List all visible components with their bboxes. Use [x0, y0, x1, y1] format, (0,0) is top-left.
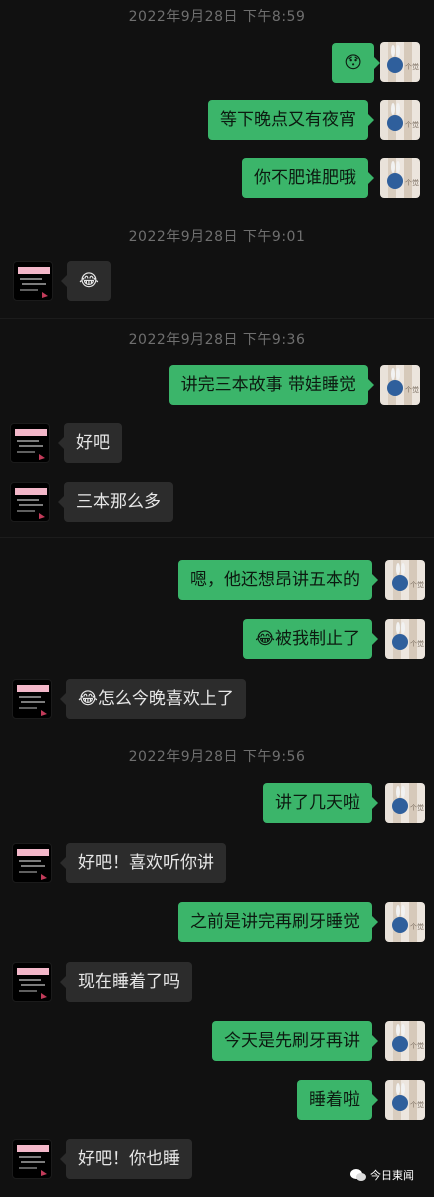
svg-text:个觉: 个觉: [410, 1100, 424, 1109]
avatar-self[interactable]: 个觉: [385, 560, 425, 600]
source-watermark: 今日東闻: [350, 1167, 414, 1183]
bunny-avatar-icon: 个觉: [387, 368, 419, 396]
avatar-self[interactable]: 个觉: [385, 619, 425, 659]
bunny-avatar-icon: 个觉: [387, 45, 419, 73]
avatar-self[interactable]: 个觉: [385, 1021, 425, 1061]
svg-text:个觉: 个觉: [410, 803, 424, 812]
avatar-contact[interactable]: [10, 423, 50, 463]
chat-screen: 2022年9月28日 下午8:59 2022年9月28日 下午9:01 2022…: [0, 0, 434, 1197]
contact-avatar-icon: [17, 968, 49, 999]
svg-text:个觉: 个觉: [410, 580, 424, 589]
contact-avatar-icon: [17, 685, 49, 716]
chat-bubble-sent[interactable]: 你不肥谁肥哦: [242, 158, 374, 198]
chat-bubble-received[interactable]: 好吧！喜欢听你讲: [60, 843, 226, 883]
avatar-contact[interactable]: [12, 962, 52, 1002]
bunny-avatar-icon: 个觉: [392, 1083, 424, 1111]
chat-bubble-sent[interactable]: 睡着啦: [297, 1080, 378, 1120]
svg-text:个觉: 个觉: [405, 62, 419, 71]
bunny-avatar-icon: 个觉: [392, 1024, 424, 1052]
wechat-icon: [350, 1169, 366, 1181]
contact-avatar-icon: [18, 267, 50, 298]
chat-bubble-received[interactable]: 三本那么多: [58, 482, 173, 522]
chat-bubble-sent[interactable]: 今天是先刷牙再讲: [212, 1021, 378, 1061]
chat-bubble-received[interactable]: 现在睡着了吗: [60, 962, 192, 1002]
avatar-contact[interactable]: [12, 679, 52, 719]
svg-text:个觉: 个觉: [410, 639, 424, 648]
bunny-avatar-icon: 个觉: [387, 103, 419, 131]
avatar-self[interactable]: 个觉: [380, 365, 420, 405]
svg-text:个觉: 个觉: [410, 1041, 424, 1050]
chat-bubble-sent[interactable]: 讲了几天啦: [263, 783, 378, 823]
timestamp: 2022年9月28日 下午8:59: [128, 9, 306, 25]
svg-text:个觉: 个觉: [405, 178, 419, 187]
avatar-self[interactable]: 个觉: [380, 158, 420, 198]
contact-avatar-icon: [17, 849, 49, 880]
bunny-avatar-icon: 个觉: [392, 563, 424, 591]
chat-bubble-received[interactable]: 😂: [61, 261, 111, 301]
bunny-avatar-icon: 个觉: [387, 161, 419, 189]
avatar-self[interactable]: 个觉: [385, 783, 425, 823]
avatar-contact[interactable]: [12, 1139, 52, 1179]
avatar-contact[interactable]: [13, 261, 53, 301]
screenshot-seam: [0, 537, 434, 538]
avatar-self[interactable]: 个觉: [380, 100, 420, 140]
chat-bubble-sent[interactable]: 讲完三本故事 带娃睡觉: [168, 365, 375, 405]
chat-bubble-sent[interactable]: 之前是讲完再刷牙睡觉: [178, 902, 378, 942]
bunny-avatar-icon: 个觉: [392, 622, 424, 650]
contact-avatar-icon: [15, 488, 47, 519]
chat-bubble-sent[interactable]: 等下晚点又有夜宵: [208, 100, 374, 140]
contact-avatar-icon: [17, 1145, 49, 1176]
avatar-contact[interactable]: [10, 482, 50, 522]
timestamp: 2022年9月28日 下午9:56: [128, 749, 306, 765]
chat-bubble-received[interactable]: 好吧: [58, 423, 122, 463]
svg-text:个觉: 个觉: [405, 120, 419, 129]
timestamp: 2022年9月28日 下午9:36: [128, 332, 306, 348]
bunny-avatar-icon: 个觉: [392, 905, 424, 933]
contact-avatar-icon: [15, 429, 47, 460]
chat-bubble-sent[interactable]: 嗯，他还想昂讲五本的: [178, 560, 378, 600]
avatar-self[interactable]: 个觉: [385, 1080, 425, 1120]
chat-bubble-sent[interactable]: 😯: [332, 43, 380, 83]
bunny-avatar-icon: 个觉: [392, 786, 424, 814]
avatar-contact[interactable]: [12, 843, 52, 883]
svg-text:个觉: 个觉: [405, 385, 419, 394]
avatar-self[interactable]: 个觉: [380, 42, 420, 82]
avatar-self[interactable]: 个觉: [385, 902, 425, 942]
timestamp: 2022年9月28日 下午9:01: [128, 229, 306, 245]
chat-bubble-sent[interactable]: 😂被我制止了: [243, 619, 378, 659]
chat-bubble-received[interactable]: 😂怎么今晚喜欢上了: [60, 679, 246, 719]
screenshot-seam: [0, 318, 434, 319]
chat-bubble-received[interactable]: 好吧！你也睡: [60, 1139, 192, 1179]
svg-text:个觉: 个觉: [410, 922, 424, 931]
watermark-text: 今日東闻: [370, 1169, 414, 1182]
